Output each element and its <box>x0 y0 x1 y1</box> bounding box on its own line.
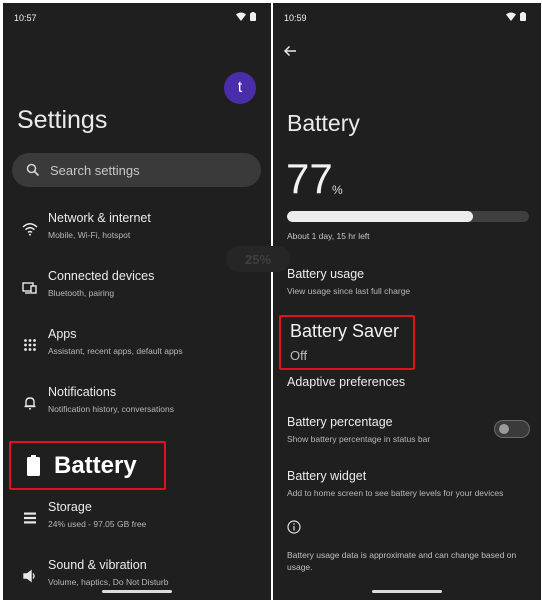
settings-item-title: Storage <box>48 500 92 514</box>
battery-percentage-toggle[interactable] <box>494 420 530 438</box>
battery-saver-status: Off <box>290 348 308 363</box>
settings-item-title: Network & internet <box>48 211 151 225</box>
gesture-nav-handle[interactable] <box>102 590 172 593</box>
battery-icon <box>27 455 40 476</box>
settings-item-connected-devices[interactable]: Connected devices Bluetooth, pairing <box>3 269 271 319</box>
settings-item-title: Apps <box>48 327 77 341</box>
settings-item-notifications[interactable]: Notifications Notification history, conv… <box>3 385 271 435</box>
battery-usage-title[interactable]: Battery usage <box>287 267 364 281</box>
battery-saver-item[interactable]: Battery Saver Off <box>279 315 415 370</box>
search-input[interactable] <box>50 162 240 178</box>
battery-status-icon <box>520 12 526 21</box>
avatar[interactable]: t <box>224 72 256 104</box>
battery-widget-title[interactable]: Battery widget <box>287 469 366 483</box>
search-icon <box>26 163 40 177</box>
watermark: 25% <box>226 246 290 272</box>
settings-screen: 10:57 t Settings Network & internet Mobi… <box>3 3 271 600</box>
status-time: 10:57 <box>14 13 37 23</box>
settings-item-subtitle: Assistant, recent apps, default apps <box>48 346 183 356</box>
battery-percentage-title[interactable]: Battery percentage <box>287 415 393 429</box>
settings-item-title: Sound & vibration <box>48 558 147 572</box>
wifi-icon <box>22 221 38 237</box>
status-time: 10:59 <box>284 13 307 23</box>
battery-usage-subtitle: View usage since last full charge <box>287 286 411 296</box>
battery-status-icon <box>250 12 256 21</box>
settings-item-apps[interactable]: Apps Assistant, recent apps, default app… <box>3 327 271 377</box>
bell-icon <box>22 395 38 411</box>
apps-grid-icon <box>22 337 38 353</box>
battery-screen: 10:59 Battery 77 % About 1 day, 15 hr le… <box>273 3 541 600</box>
back-arrow-icon[interactable] <box>283 44 297 58</box>
time-remaining: About 1 day, 15 hr left <box>287 231 370 241</box>
settings-item-title: Notifications <box>48 385 117 399</box>
devices-icon <box>22 279 38 295</box>
settings-item-subtitle: Bluetooth, pairing <box>48 288 115 298</box>
battery-saver-title: Battery Saver <box>290 321 400 341</box>
battery-percentage-subtitle: Show battery percentage in status bar <box>287 434 431 444</box>
gesture-nav-handle[interactable] <box>372 590 442 593</box>
battery-level-value: 77 <box>286 155 333 202</box>
status-icons <box>236 12 256 21</box>
settings-item-subtitle: 24% used - 97.05 GB free <box>48 519 147 529</box>
volume-icon <box>22 568 38 584</box>
search-bar[interactable] <box>12 153 261 187</box>
settings-item-title: Connected devices <box>48 269 155 283</box>
storage-icon <box>22 510 38 526</box>
usage-disclaimer: Battery usage data is approximate and ca… <box>287 550 517 572</box>
page-title: Settings <box>17 106 108 134</box>
page-title: Battery <box>287 110 360 136</box>
battery-level-bar <box>287 211 529 222</box>
settings-item-battery[interactable]: Battery <box>9 441 166 490</box>
status-icons <box>506 12 526 21</box>
wifi-status-icon <box>236 12 246 21</box>
settings-item-subtitle: Notification history, conversations <box>48 404 174 414</box>
battery-widget-subtitle: Add to home screen to see battery levels… <box>287 488 504 498</box>
toggle-knob <box>499 424 509 434</box>
battery-level-fill <box>287 211 474 222</box>
settings-item-sound[interactable]: Sound & vibration Volume, haptics, Do No… <box>3 558 271 600</box>
info-icon <box>287 520 301 534</box>
adaptive-preferences-title[interactable]: Adaptive preferences <box>287 375 405 389</box>
settings-item-storage[interactable]: Storage 24% used - 97.05 GB free <box>3 500 271 550</box>
settings-item-subtitle: Volume, haptics, Do Not Disturb <box>48 577 169 587</box>
settings-item-title: Battery <box>54 452 137 479</box>
battery-level-unit: % <box>332 183 343 197</box>
settings-item-subtitle: Mobile, Wi-Fi, hotspot <box>48 230 131 240</box>
wifi-status-icon <box>506 12 516 21</box>
